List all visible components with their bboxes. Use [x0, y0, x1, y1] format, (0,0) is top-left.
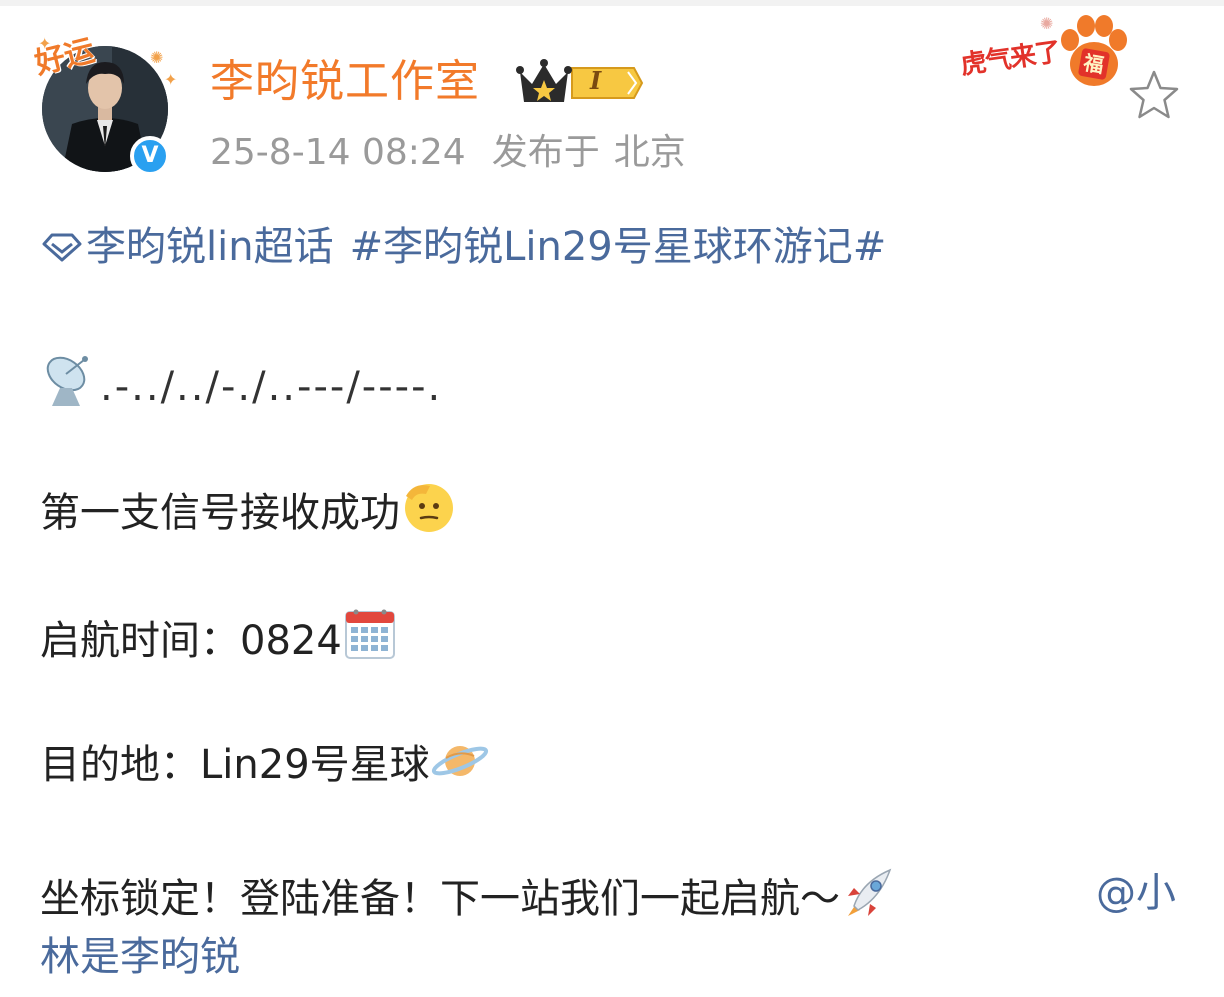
username[interactable]: 李昀锐工作室 — [210, 54, 480, 110]
mention-link-continued[interactable]: 林是李昀锐 — [40, 934, 240, 980]
destination-line: 目的地：Lin29号星球 — [40, 736, 490, 794]
sparkle-icon: ✺ — [150, 48, 164, 67]
launch-time-text: 启航时间：0824 — [40, 618, 342, 664]
signal-text: 第一支信号接收成功 — [40, 490, 400, 536]
ringed-planet-icon — [431, 746, 488, 776]
hashtag-link[interactable]: #李昀锐Lin29号星球环游记# — [350, 224, 887, 270]
launch-line: 启航时间：0824 — [40, 606, 398, 670]
morse-line: .-../../-./..---/----. — [40, 352, 442, 416]
destination-text: 目的地：Lin29号星球 — [40, 742, 430, 788]
sparkle-icon: ✺ — [1040, 14, 1054, 33]
topic-line: 李昀锐lin超话 #李昀锐Lin29号星球环游记# — [40, 218, 886, 276]
post-timestamp: 25-8-14 08:24 — [210, 132, 466, 173]
mention-line-1: @小 — [1096, 864, 1176, 922]
top-divider — [0, 0, 1224, 6]
satellite-dish-icon — [46, 356, 88, 406]
crown-icon — [516, 59, 644, 102]
verified-badge-icon: V — [130, 136, 170, 176]
decor-text: 虎气来了 — [958, 37, 1062, 81]
post-meta: 25-8-14 08:24 发布于 北京 — [210, 130, 712, 176]
calendar-icon — [344, 609, 395, 659]
star-outline-icon — [1129, 70, 1179, 119]
post-location: 北京 — [613, 132, 686, 173]
mention-link[interactable]: @小 — [1096, 870, 1176, 916]
favorite-button[interactable] — [1126, 68, 1182, 124]
avatar-container[interactable]: 好运 ✦ ✺ ✦ V — [30, 30, 180, 190]
supertopic-link[interactable]: 李昀锐lin超话 — [86, 224, 334, 270]
morse-code-text: .-../../-./..---/----. — [100, 364, 443, 410]
member-level-badge[interactable]: I — [516, 58, 646, 108]
signal-line: 第一支信号接收成功 — [40, 478, 458, 542]
saluting-face-icon — [405, 484, 453, 532]
sparkle-icon: ✦ — [38, 34, 52, 53]
diamond-icon — [42, 233, 82, 262]
coords-line: 坐标锁定！登陆准备！下一站我们一起启航～ — [40, 864, 898, 928]
location-label: 发布于 — [491, 132, 600, 173]
level-label: I — [590, 66, 602, 95]
mention-line-2: 林是李昀锐 — [40, 928, 240, 986]
rocket-icon — [848, 868, 892, 916]
coords-text: 坐标锁定！登陆准备！下一站我们一起启航～ — [40, 876, 840, 922]
decorative-card: 虎气来了 福 ✺ — [958, 12, 1136, 98]
sparkle-icon: ✦ — [164, 70, 178, 89]
